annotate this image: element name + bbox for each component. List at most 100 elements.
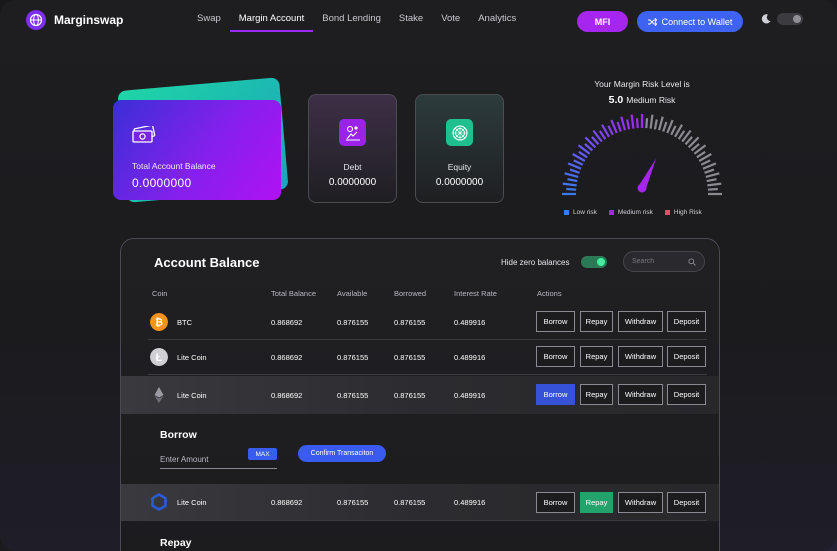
theme-toggle[interactable]: [777, 13, 803, 25]
equity-value: 0.0000000: [435, 177, 484, 188]
row-divider: [148, 520, 707, 521]
gauge-tick: [584, 143, 594, 152]
withdraw-button[interactable]: Withdraw: [618, 346, 663, 367]
legend-high: High Risk: [664, 209, 702, 216]
available: 0.876155: [337, 352, 369, 362]
max-button[interactable]: MAX: [248, 448, 277, 460]
amount-input[interactable]: [160, 450, 240, 469]
gauge-tick: [564, 172, 579, 178]
debt-label: Debt: [343, 162, 362, 172]
vault-icon: [446, 119, 473, 146]
withdraw-button[interactable]: Withdraw: [618, 492, 663, 513]
withdraw-button[interactable]: Withdraw: [618, 311, 663, 332]
search-box[interactable]: [623, 251, 705, 272]
repay-button[interactable]: Repay: [580, 384, 613, 405]
total-balance-value: 0.0000000: [132, 176, 192, 190]
repay-title: Repay: [160, 537, 192, 549]
total-balance: 0.868692: [271, 498, 303, 507]
gauge-tick: [658, 116, 664, 131]
debt-value: 0.0000000: [328, 177, 377, 188]
gauge-tick: [598, 130, 607, 140]
svg-text:Ł: Ł: [156, 352, 163, 364]
legend-low: Low risk: [564, 209, 597, 216]
equity-card: Equity 0.0000000: [415, 94, 504, 203]
main-nav: Swap Margin Account Bond Lending Stake V…: [188, 12, 525, 32]
hide-zero-toggle[interactable]: [581, 256, 607, 268]
total-balance: 0.868692: [271, 317, 303, 327]
withdraw-button[interactable]: Withdraw: [618, 384, 663, 405]
col-coin: Coin: [152, 289, 168, 298]
coin-name: Lite Coin: [177, 390, 207, 400]
confirm-transaction-button[interactable]: Confirm Transaciton: [298, 445, 386, 462]
col-borrowed: Borrowed: [394, 289, 427, 298]
deposit-button[interactable]: Deposit: [667, 384, 706, 405]
borrow-button[interactable]: Borrow: [536, 346, 575, 367]
gauge-tick: [690, 143, 700, 152]
row-divider: [148, 374, 707, 375]
gauge-tick: [591, 136, 600, 146]
gauge-tick: [578, 150, 588, 159]
coin-name: Lite Coin: [177, 498, 207, 507]
search-icon: [688, 257, 696, 266]
gauge-tick: [616, 121, 622, 132]
col-available: Available: [337, 289, 368, 298]
borrow-button[interactable]: Borrow: [536, 492, 575, 513]
table-row: ₿ BTC 0.868692 0.876155 0.876155 0.48991…: [121, 304, 719, 340]
gauge-tick: [706, 178, 717, 183]
debt-card: Debt 0.0000000: [308, 94, 397, 203]
gauge-tick: [630, 114, 635, 129]
app-name: Marginswap: [54, 13, 124, 27]
gauge-tick: [662, 121, 668, 132]
table-row: Lite Coin 0.868692 0.876155 0.876155 0.4…: [121, 376, 719, 414]
nav-analytics[interactable]: Analytics: [469, 12, 525, 32]
total-balance: 0.868692: [271, 390, 303, 400]
globe-icon: [26, 10, 46, 30]
borrow-title: Borrow: [160, 429, 197, 441]
interest-rate: 0.489916: [454, 498, 486, 507]
gauge-tick: [567, 178, 578, 183]
gauge-tick: [566, 187, 577, 191]
gauge-tick: [670, 125, 677, 136]
deposit-button[interactable]: Deposit: [667, 492, 706, 513]
bitcoin-icon: ₿: [150, 313, 168, 331]
repay-button[interactable]: Repay: [580, 311, 613, 332]
borrowed: 0.876155: [394, 352, 426, 362]
gauge-tick: [677, 130, 686, 140]
risk-gauge: [562, 114, 722, 196]
nav-stake[interactable]: Stake: [390, 12, 432, 32]
table-row: Lite Coin 0.868692 0.876155 0.876155 0.4…: [121, 484, 719, 521]
nav-vote[interactable]: Vote: [432, 12, 469, 32]
deposit-button[interactable]: Deposit: [667, 311, 706, 332]
connect-wallet-button[interactable]: Connect to Wallet: [637, 11, 743, 32]
gauge-tick: [562, 182, 577, 187]
nav-bond-lending[interactable]: Bond Lending: [313, 12, 390, 32]
repay-button[interactable]: Repay: [580, 492, 613, 513]
debt-icon: [339, 119, 366, 146]
borrow-button[interactable]: Borrow: [536, 384, 575, 405]
deposit-button[interactable]: Deposit: [667, 346, 706, 367]
table-row: Ł Lite Coin 0.868692 0.876155 0.876155 0…: [121, 339, 719, 375]
repay-button[interactable]: Repay: [580, 346, 613, 367]
search-input[interactable]: [632, 258, 682, 265]
col-actions: Actions: [537, 289, 562, 298]
gauge-tick: [700, 159, 711, 166]
gauge-tick: [705, 172, 720, 178]
gauge-tick: [645, 118, 649, 129]
nav-margin-account[interactable]: Margin Account: [229, 12, 314, 32]
account-balance-panel: Account Balance Hide zero balances Coin …: [120, 238, 720, 551]
gauge-tick: [707, 182, 722, 187]
logo[interactable]: Marginswap: [26, 10, 123, 30]
gauge-tick: [707, 187, 718, 191]
borrow-button[interactable]: Borrow: [536, 311, 575, 332]
gauge-tick: [626, 119, 631, 130]
mfi-button[interactable]: MFI: [577, 11, 628, 32]
gauge-tick: [696, 150, 706, 159]
nav-swap[interactable]: Swap: [188, 12, 230, 32]
col-interest-rate: Interest Rate: [454, 289, 497, 298]
interest-rate: 0.489916: [454, 352, 486, 362]
total-balance-card: Total Account Balance 0.0000000: [113, 100, 281, 200]
total-balance-label: Total Account Balance: [132, 161, 216, 171]
risk-title: Your Margin Risk Level is: [594, 79, 690, 89]
borrowed: 0.876155: [394, 317, 426, 327]
total-balance: 0.868692: [271, 352, 303, 362]
